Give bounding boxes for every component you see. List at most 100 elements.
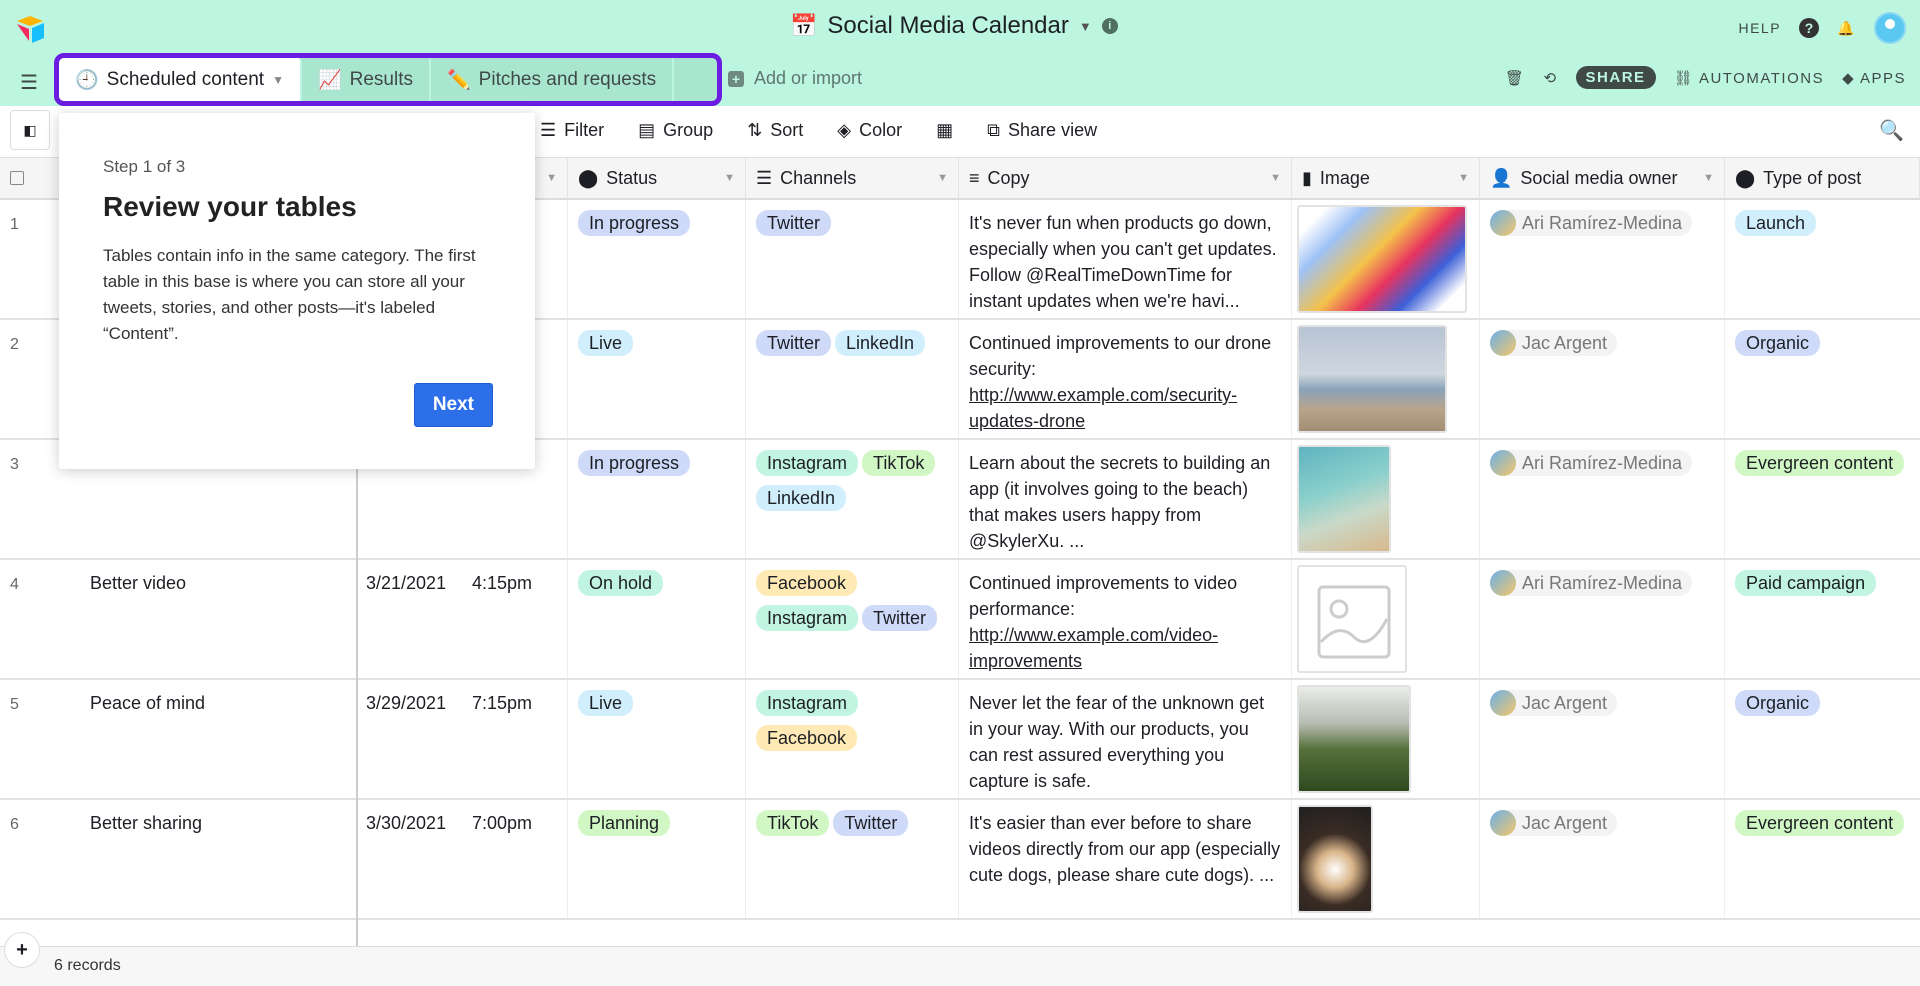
tab-results[interactable]: 📈 Results [302, 58, 431, 101]
owner-cell[interactable]: Ari Ramírez-Medina [1480, 560, 1725, 678]
header-type[interactable]: ⬤ Type of post [1725, 158, 1920, 200]
image-cell[interactable] [1292, 800, 1480, 918]
image-placeholder-icon[interactable] [1297, 565, 1407, 673]
apps-button[interactable]: ◆ APPS [1842, 69, 1906, 87]
row-number-cell[interactable]: 4 [0, 560, 80, 678]
table-row[interactable]: 5 Peace of mind 3/29/2021 7:15pm Live Ins… [0, 680, 1920, 800]
copy-cell[interactable]: It's never fun when products go down, es… [959, 200, 1292, 318]
image-thumbnail[interactable] [1297, 325, 1447, 433]
group-label: Group [663, 120, 714, 140]
chevron-down-icon[interactable]: ▼ [1270, 172, 1281, 184]
date-cell[interactable]: 3/30/2021 7:00pm [356, 800, 568, 918]
base-title[interactable]: 📅 Social Media Calendar ▼ i [790, 12, 1118, 40]
sort-button[interactable]: ⇅ Sort [747, 120, 803, 141]
header-copy[interactable]: ≡ Copy ▼ [959, 158, 1292, 200]
channel-pill: Instagram [756, 690, 859, 716]
copy-cell[interactable]: It's easier than ever before to share vi… [959, 800, 1292, 918]
owner-cell[interactable]: Jac Argent [1480, 320, 1725, 438]
table-row[interactable]: 4 Better video 3/21/2021 4:15pm On hold F… [0, 560, 1920, 680]
channels-cell[interactable]: Instagram TikTok LinkedIn [746, 440, 959, 558]
row-height-button[interactable]: ▦ [936, 120, 953, 141]
tab-pitches-and-requests[interactable]: ✏️ Pitches and requests [431, 58, 675, 101]
row-number-cell[interactable]: 6 [0, 800, 80, 918]
add-or-import-button[interactable]: + Add or import [728, 68, 862, 89]
date-cell[interactable]: 3/29/2021 7:15pm [356, 680, 568, 798]
image-thumbnail[interactable] [1297, 685, 1411, 793]
color-button[interactable]: ◈ Color [837, 120, 902, 141]
channels-cell[interactable]: Twitter LinkedIn [746, 320, 959, 438]
copy-cell[interactable]: Learn about the secrets to building an a… [959, 440, 1292, 558]
type-cell[interactable]: Evergreen content [1725, 800, 1920, 918]
airtable-logo[interactable] [14, 14, 46, 44]
type-cell[interactable]: Organic [1725, 320, 1920, 438]
group-button[interactable]: ▤ Group [638, 120, 713, 141]
image-cell[interactable] [1292, 680, 1480, 798]
copy-cell[interactable]: Never let the fear of the unknown get in… [959, 680, 1292, 798]
filter-button[interactable]: ☰ Filter [540, 120, 604, 141]
chevron-down-icon[interactable]: ▼ [1458, 172, 1469, 184]
image-cell[interactable] [1292, 200, 1480, 318]
history-icon[interactable]: ⟲ [1543, 69, 1557, 87]
owner-cell[interactable]: Ari Ramírez-Medina [1480, 200, 1725, 318]
status-cell[interactable]: On hold [568, 560, 746, 678]
status-cell[interactable]: Live [568, 320, 746, 438]
sidebar-toggle-icon[interactable]: ◧ [10, 110, 50, 150]
image-thumbnail[interactable] [1297, 445, 1391, 553]
image-cell[interactable] [1292, 440, 1480, 558]
copy-cell[interactable]: Continued improvements to our drone secu… [959, 320, 1292, 438]
status-cell[interactable]: Planning [568, 800, 746, 918]
automations-button[interactable]: ⛓ AUTOMATIONS [1674, 69, 1825, 87]
table-row[interactable]: 6 Better sharing 3/30/2021 7:00pm Plannin… [0, 800, 1920, 920]
bell-icon[interactable]: 🔔 [1837, 20, 1856, 37]
image-cell[interactable] [1292, 320, 1480, 438]
row-number-cell[interactable]: 5 [0, 680, 80, 798]
name-cell[interactable]: Better video [80, 560, 356, 678]
tab-scheduled-content[interactable]: 🕘 Scheduled content ▼ [59, 58, 302, 101]
copy-link[interactable]: http://www.example.com/security-updates-… [969, 385, 1237, 431]
chevron-down-icon[interactable]: ▼ [1703, 172, 1714, 184]
help-icon[interactable]: ? [1799, 18, 1820, 38]
status-cell[interactable]: Live [568, 680, 746, 798]
info-icon[interactable]: i [1101, 18, 1118, 34]
status-cell[interactable]: In progress [568, 440, 746, 558]
header-owner[interactable]: 👤 Social media owner ▼ [1480, 158, 1725, 200]
type-cell[interactable]: Evergreen content [1725, 440, 1920, 558]
image-thumbnail[interactable] [1297, 205, 1467, 313]
header-channels[interactable]: ☰ Channels ▼ [746, 158, 959, 200]
image-cell[interactable] [1292, 560, 1480, 678]
next-button[interactable]: Next [413, 383, 493, 427]
copy-link[interactable]: http://www.example.com/video-improvement… [969, 625, 1218, 671]
header-status[interactable]: ⬤ Status ▼ [568, 158, 746, 200]
status-cell[interactable]: In progress [568, 200, 746, 318]
name-cell[interactable]: Better sharing [80, 800, 356, 918]
header-image[interactable]: ▮ Image ▼ [1292, 158, 1480, 200]
chevron-down-icon[interactable]: ▼ [937, 172, 948, 184]
date-cell[interactable]: 3/21/2021 4:15pm [356, 560, 568, 678]
share-view-button[interactable]: ⧉ Share view [987, 120, 1097, 141]
help-link[interactable]: HELP [1738, 20, 1781, 36]
type-cell[interactable]: Paid campaign [1725, 560, 1920, 678]
channels-cell[interactable]: TikTok Twitter [746, 800, 959, 918]
owner-cell[interactable]: Jac Argent [1480, 680, 1725, 798]
image-thumbnail[interactable] [1297, 805, 1373, 913]
channels-cell[interactable]: Twitter [746, 200, 959, 318]
add-record-button[interactable]: + [4, 932, 40, 968]
chevron-down-icon[interactable]: ▼ [546, 172, 557, 184]
name-cell[interactable]: Peace of mind [80, 680, 356, 798]
row-number: 3 [10, 456, 19, 473]
owner-cell[interactable]: Jac Argent [1480, 800, 1725, 918]
trash-icon[interactable]: 🗑 [1505, 69, 1526, 87]
chevron-down-icon[interactable]: ▼ [724, 172, 735, 184]
type-cell[interactable]: Organic [1725, 680, 1920, 798]
channels-cell[interactable]: Facebook Instagram Twitter [746, 560, 959, 678]
search-icon[interactable]: 🔍 [1879, 118, 1904, 143]
owner-cell[interactable]: Ari Ramírez-Medina [1480, 440, 1725, 558]
chevron-down-icon[interactable]: ▼ [272, 73, 284, 87]
menu-icon[interactable]: ☰ [20, 70, 38, 95]
copy-cell[interactable]: Continued improvements to video performa… [959, 560, 1292, 678]
channels-cell[interactable]: Instagram Facebook [746, 680, 959, 798]
user-avatar[interactable] [1874, 12, 1906, 44]
select-all-checkbox[interactable] [10, 171, 24, 185]
share-button[interactable]: SHARE [1575, 66, 1656, 89]
type-cell[interactable]: Launch [1725, 200, 1920, 318]
